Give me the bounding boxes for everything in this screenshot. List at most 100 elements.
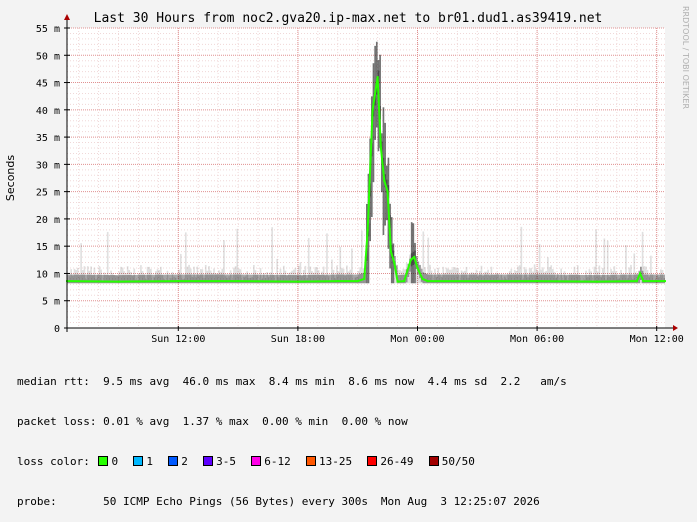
median-amps-unit: am/s <box>540 374 567 388</box>
y-tick-label: 30 m <box>36 160 60 171</box>
loss-color-item: 26-49 <box>365 455 426 468</box>
y-tick-label: 50 m <box>36 51 60 62</box>
median-rtt-row: median rtt: 9.5 ms avg 46.0 ms max 8.4 m… <box>17 375 567 388</box>
median-point <box>336 280 339 283</box>
median-point <box>177 280 180 283</box>
median-avg: 9.5 ms avg <box>103 374 170 388</box>
y-tick-labels: 0 5 m 10 m 15 m 20 m 25 m 30 m 35 m 40 m 45 m 50 m… <box>36 24 60 335</box>
y-tick-label: 55 m <box>36 24 60 35</box>
loss-color-item: 1 <box>131 455 166 468</box>
probe-text: 50 ICMP Echo Pings (56 Bytes) every 300s <box>103 495 369 509</box>
median-point <box>421 277 424 280</box>
loss-color-item: 2 <box>166 455 201 468</box>
median-point <box>379 147 382 149</box>
smoke-band <box>410 222 413 284</box>
loss-color-label-item: 1 <box>146 455 153 469</box>
x-tick-label: Sun 18:00 <box>271 334 325 345</box>
loss-color-swatch <box>168 456 179 467</box>
median-point <box>393 261 396 264</box>
y-tick-label: 45 m <box>36 79 60 90</box>
median-min: 8.4 ms min <box>268 374 335 388</box>
loss-color-item: 50/50 <box>427 455 475 468</box>
loss-color-item: 6-12 <box>249 455 304 468</box>
y-tick-label: 10 m <box>36 269 60 280</box>
x-axis-arrow <box>673 325 678 331</box>
smoke-core <box>359 274 362 284</box>
loss-color-item: 13-25 <box>304 455 365 468</box>
loss-color-label: loss color: <box>17 455 90 469</box>
median-amps: 2.2 <box>500 374 521 388</box>
median-point <box>635 280 638 283</box>
median-point <box>363 277 366 280</box>
x-tick-label: Mon 06:00 <box>510 334 564 345</box>
loss-min: 0.00 % min <box>262 415 329 429</box>
median-point <box>376 76 379 79</box>
y-tick-label: 0 <box>54 324 60 335</box>
median-now: 8.6 ms now <box>348 374 415 388</box>
y-axis-arrow <box>64 14 70 20</box>
median-point <box>476 280 479 283</box>
loss-color-label-item: 50/50 <box>441 455 475 469</box>
loss-color-label-item: 26-49 <box>380 455 414 469</box>
legend-block: median rtt: 9.5 ms avg 46.0 ms max 8.4 m… <box>17 348 567 522</box>
y-tick-label: 15 m <box>36 242 60 253</box>
x-tick-labels: Sun 12:00 Sun 18:00 Mon 00:00 Mon 06:00 Mon … <box>151 334 684 345</box>
loss-color-swatch <box>428 456 439 467</box>
chart-title: Last 30 Hours from noc2.gva20.ip-max.net… <box>94 11 603 26</box>
loss-color-label-item: 2 <box>181 455 188 469</box>
median-point <box>409 258 412 261</box>
y-tick-label: 20 m <box>36 215 60 226</box>
loss-color-swatch <box>251 456 262 467</box>
loss-now: 0.00 % now <box>341 415 408 429</box>
median-point <box>356 280 359 283</box>
loss-max: 1.37 % max <box>182 415 249 429</box>
packet-loss-row: packet loss: 0.01 % avg 1.37 % max 0.00 … <box>17 415 567 428</box>
x-tick-label: Sun 12:00 <box>151 334 205 345</box>
probe-row: probe: 50 ICMP Echo Pings (56 Bytes) eve… <box>17 495 567 508</box>
loss-color-swatch <box>305 456 316 467</box>
loss-color-swatch <box>98 456 109 467</box>
median-sd: 4.4 ms sd <box>427 374 488 388</box>
smoke-core <box>424 273 426 284</box>
probe-date: Mon Aug 3 12:25:07 2026 <box>380 495 540 509</box>
median-point <box>413 256 416 259</box>
loss-color-legend: 0 1 2 3-5 6-12 13-25 26-49 50/50 <box>96 455 475 469</box>
median-point <box>664 280 666 283</box>
x-tick-label: Mon 12:00 <box>630 334 684 345</box>
median-point <box>416 267 419 269</box>
y-tick-label: 25 m <box>36 188 60 199</box>
median-max: 46.0 ms max <box>182 374 256 388</box>
median-point <box>396 280 399 283</box>
median-point <box>639 272 642 275</box>
median-point <box>117 280 120 283</box>
loss-color-label-item: 13-25 <box>318 455 353 469</box>
loss-avg: 0.01 % avg <box>103 415 170 429</box>
median-point <box>389 250 392 253</box>
median-point <box>296 280 299 283</box>
loss-color-swatch <box>203 456 214 467</box>
y-tick-label: 35 m <box>36 133 60 144</box>
y-axis-label: Seconds <box>4 155 17 201</box>
median-point <box>642 280 645 283</box>
probe-label: probe: <box>17 495 57 509</box>
median-point <box>371 108 374 111</box>
loss-color-label-item: 3-5 <box>216 455 236 469</box>
median-point <box>426 280 429 283</box>
watermark: RRDTOOL / TOBI OETIKER <box>681 6 690 109</box>
median-point <box>403 280 406 283</box>
median-rtt-label: median rtt: <box>17 374 90 388</box>
loss-color-label-item: 0 <box>111 455 119 469</box>
median-point <box>536 280 539 283</box>
median-point <box>595 280 598 283</box>
loss-color-row: loss color: 0 1 2 3-5 6-12 13-25 26-49 5… <box>17 455 567 468</box>
median-point <box>366 228 369 231</box>
loss-color-item: 3-5 <box>201 455 249 468</box>
median-point <box>237 280 240 283</box>
loss-color-swatch <box>133 456 144 467</box>
median-point <box>386 190 389 193</box>
y-tick-label: 40 m <box>36 106 60 117</box>
median-point <box>383 179 386 182</box>
y-tick-label: 5 m <box>42 297 60 308</box>
loss-color-label-item: 6-12 <box>264 455 291 469</box>
loss-color-swatch <box>367 456 378 467</box>
